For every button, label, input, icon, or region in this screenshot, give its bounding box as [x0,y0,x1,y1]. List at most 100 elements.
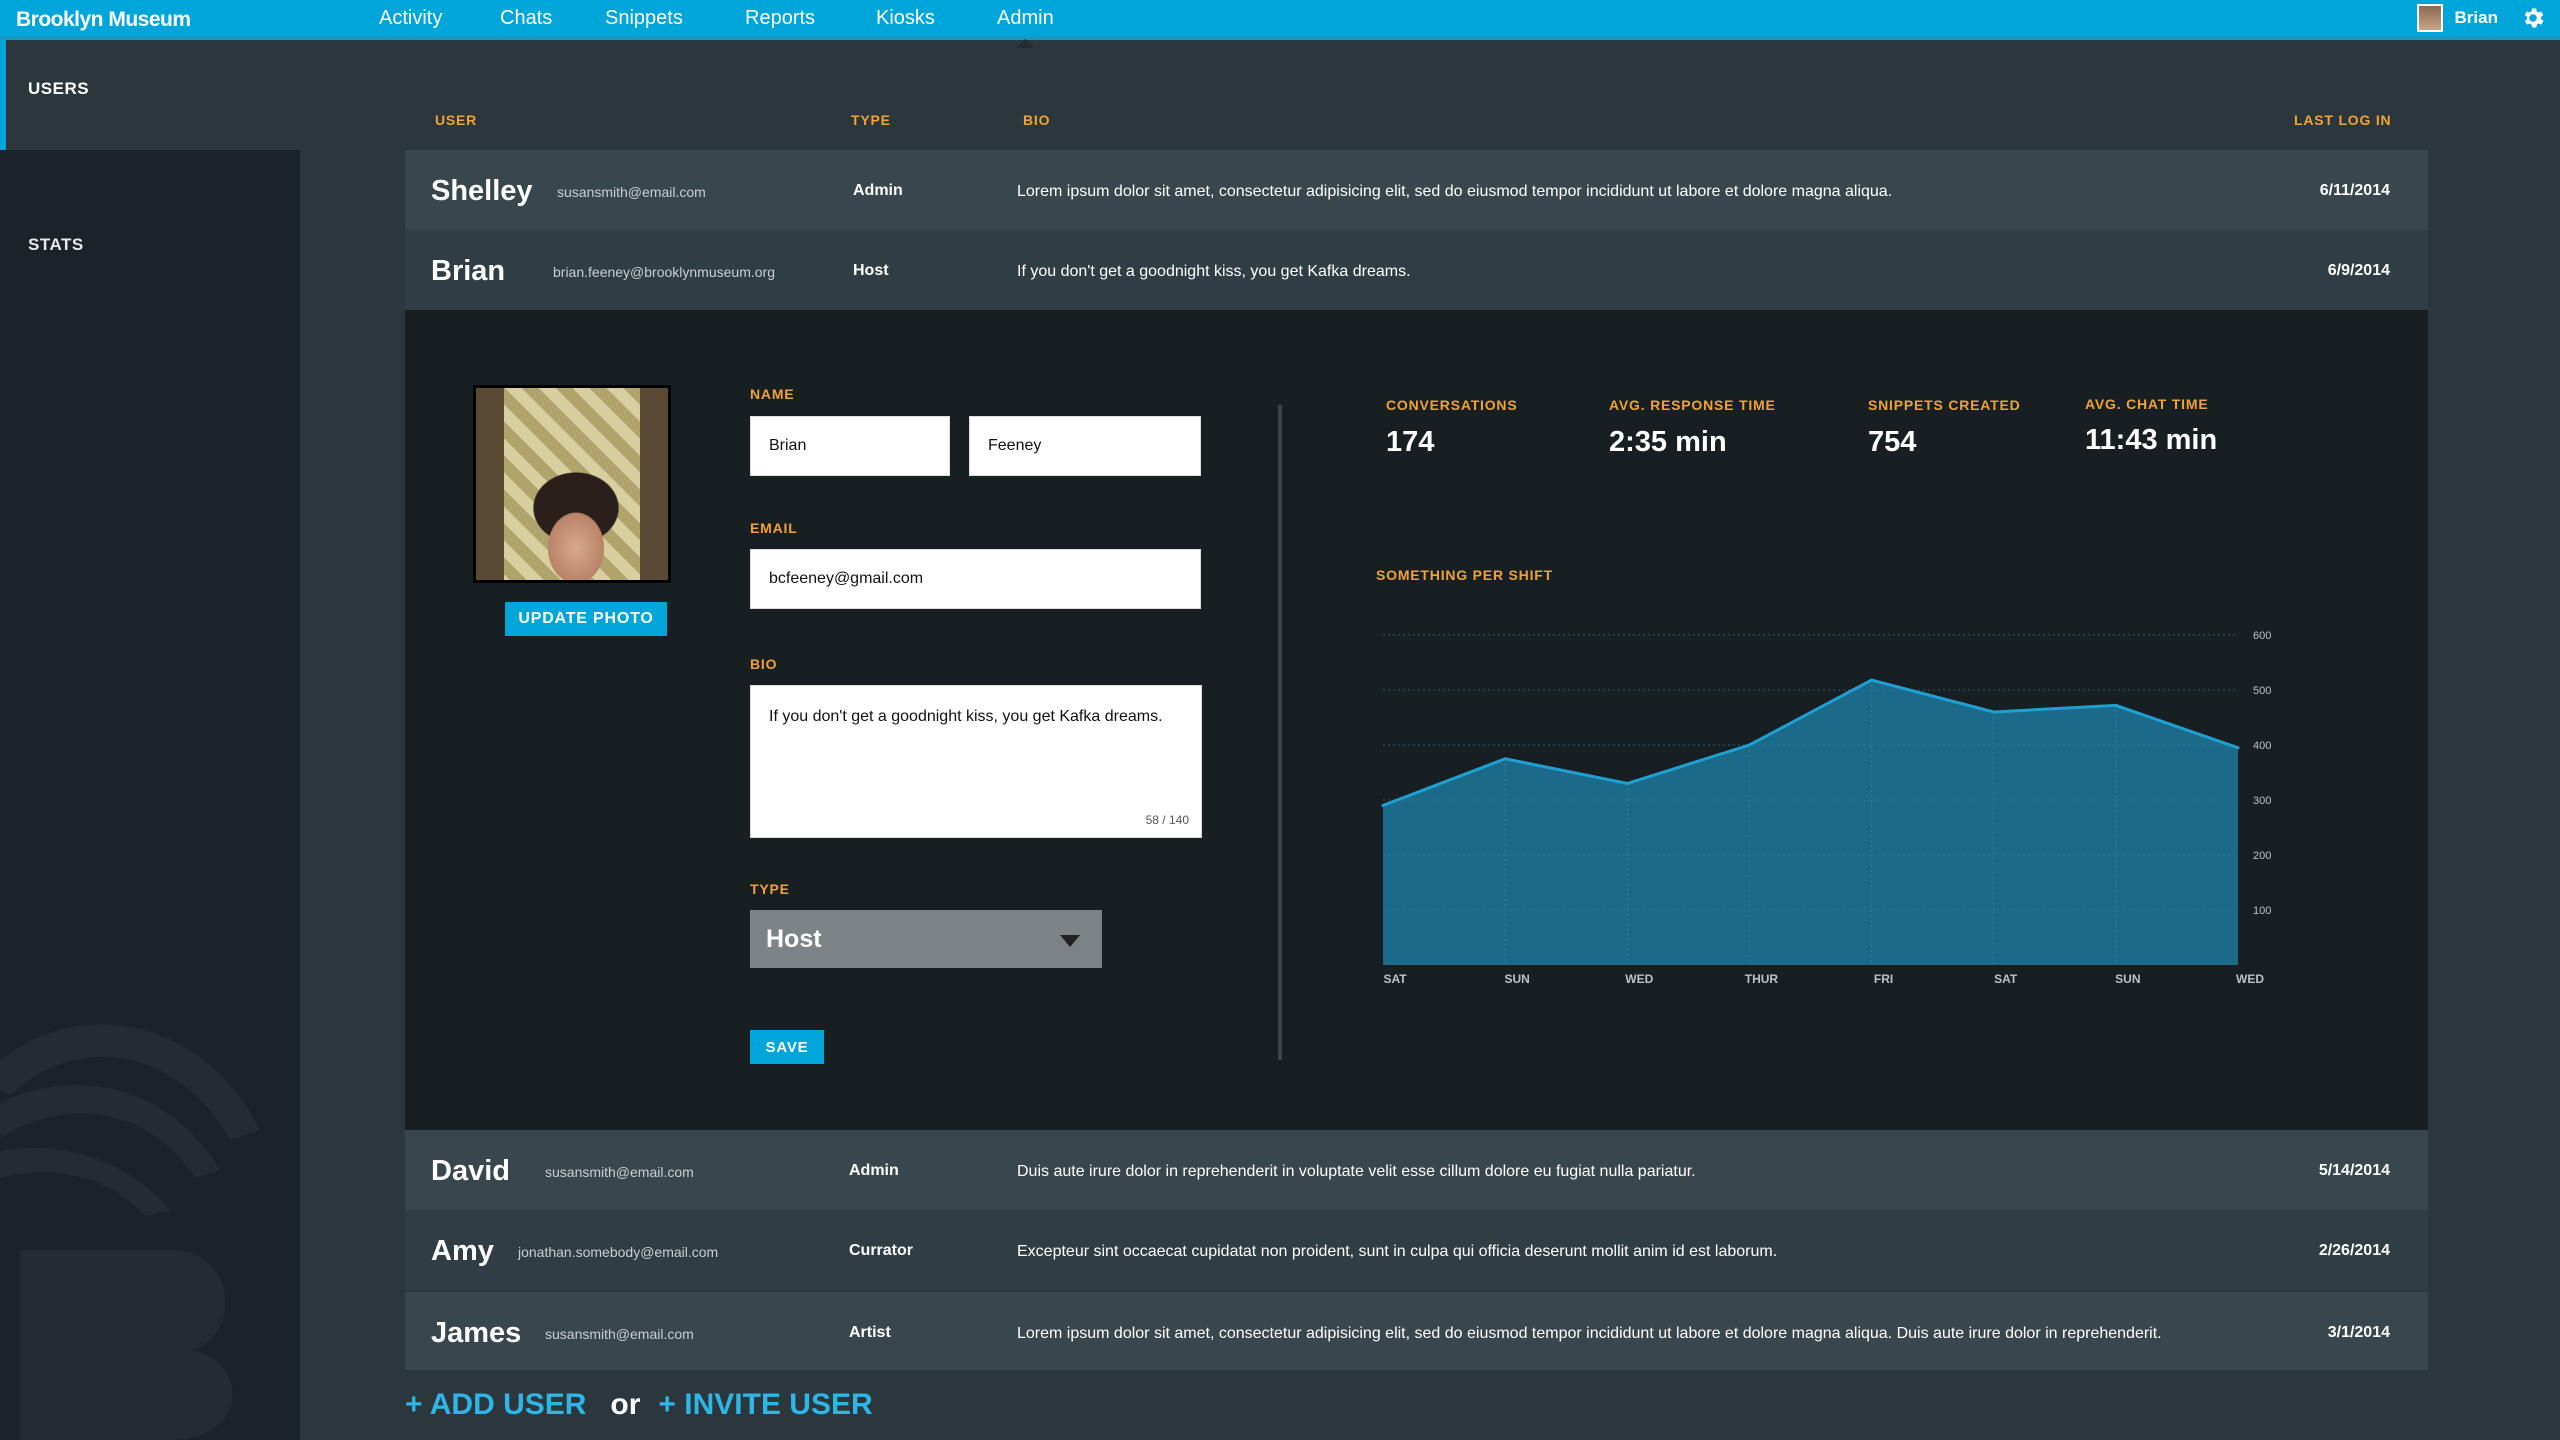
row-last-login: 5/14/2014 [2318,1162,2390,1179]
header-last-login[interactable]: LAST LOG IN [2294,112,2391,128]
chart-y-tick-label: 600 [2253,630,2271,642]
type-label: TYPE [750,881,790,897]
gear-icon[interactable] [2520,5,2546,31]
nav-snippets[interactable]: Snippets [605,0,683,36]
stat-value-avg-response: 2:35 min [1609,426,1727,458]
footer-actions: + ADD USER or + INVITE USER [405,1388,873,1428]
bio-char-counter: 58 / 140 [1145,813,1189,827]
row-user-type: Currator [849,1242,914,1259]
row-last-login: 6/11/2014 [2319,182,2390,199]
nav-admin-label: Admin [997,7,1054,29]
chart-data-point [1747,743,1751,747]
update-photo-button[interactable]: UPDATE PHOTO [505,602,667,636]
row-user-email: susansmith@email.com [545,1326,694,1342]
row-last-login: 2/26/2014 [2318,1242,2390,1259]
bio-text: If you don't get a goodnight kiss, you g… [769,708,1163,725]
table-row[interactable]: Amy jonathan.somebody@email.com Currator… [405,1210,2428,1290]
user-menu[interactable]: Brian [2416,0,2546,36]
museum-watermark-icon [0,1024,260,1440]
row-user-name: James [431,1317,522,1349]
nav-reports[interactable]: Reports [745,0,815,36]
bio-textarea[interactable]: If you don't get a goodnight kiss, you g… [750,685,1202,838]
chart-area-fill [1383,680,2238,965]
row-user-bio: If you don't get a goodnight kiss, you g… [1017,263,1411,280]
chart-y-tick-label: 400 [2253,740,2271,752]
last-name-field[interactable] [969,416,1201,476]
profile-photo [473,385,671,583]
header-type[interactable]: TYPE [851,112,891,128]
chart-x-tick-label: SAT [1383,972,1407,986]
save-button[interactable]: SAVE [750,1030,824,1064]
sidebar: USERS STATS [0,40,300,1440]
row-last-login: 3/1/2014 [2327,1324,2390,1341]
chart-y-tick-label: 500 [2253,685,2271,697]
sidebar-item-users[interactable]: USERS [0,40,300,150]
row-user-bio: Lorem ipsum dolor sit amet, consectetur … [1017,183,1893,200]
type-select-value: Host [766,925,822,953]
stat-label-snippets: SNIPPETS CREATED [1868,397,2021,413]
header-bio[interactable]: BIO [1023,112,1050,128]
chart-title: SOMETHING PER SHIFT [1376,567,1553,583]
or-text: or [610,1388,641,1421]
row-user-name: Amy [431,1235,494,1267]
first-name-field[interactable] [750,416,950,476]
row-user-name: Shelley [431,175,533,207]
chart-y-tick-label: 200 [2253,850,2271,862]
chart-x-tick-label: FRI [1874,972,1893,986]
stat-value-avg-chat: 11:43 min [2085,424,2218,456]
user-detail-panel: UPDATE PHOTO NAME EMAIL BIO If you don't… [405,310,2428,1130]
chart-x-tick-label: SUN [1504,972,1529,986]
type-select[interactable]: Host [750,910,1102,968]
chart-x-tick-label: SAT [1994,972,2018,986]
invite-user-link[interactable]: + INVITE USER [658,1388,872,1421]
shift-area-chart: SAT SUN WED THUR FRI SAT SUN WED 100 200 300 400 500… [1381,630,2271,986]
chart-x-tick-label: THUR [1745,972,1779,986]
chart-x-tick-label: WED [2236,972,2264,986]
panel-divider [1278,405,1282,1060]
table-row-selected[interactable]: Brian brian.feeney@brooklynmuseum.org Ho… [405,230,2428,310]
table-row[interactable]: David susansmith@email.com Admin Duis au… [405,1130,2428,1210]
table-row[interactable]: James susansmith@email.com Artist Lorem … [405,1292,2428,1370]
name-label: NAME [750,386,795,402]
chart-data-point [1381,804,1385,807]
row-user-type: Artist [849,1324,891,1341]
current-user-name: Brian [2454,8,2498,27]
row-user-bio: Excepteur sint occaecat cupidatat non pr… [1017,1243,1778,1260]
row-user-email: jonathan.somebody@email.com [518,1244,719,1260]
nav-kiosks[interactable]: Kiosks [876,0,935,36]
add-user-link[interactable]: + ADD USER [405,1388,586,1421]
chart-data-point [1625,782,1629,785]
chart-y-tick-label: 100 [2253,905,2271,917]
brand-logo[interactable]: Brooklyn Museum [16,0,191,36]
chart-x-tick-label: SUN [2115,972,2140,986]
stat-label-conversations: CONVERSATIONS [1386,397,1518,413]
row-user-bio: Lorem ipsum dolor sit amet, consectetur … [1017,1325,2162,1342]
table-row[interactable]: Shelley susansmith@email.com Admin Lorem… [405,150,2428,230]
chart-data-point [2114,703,2118,707]
row-user-name: Brian [431,255,506,287]
top-navbar: Brooklyn Museum Activity Chats Snippets … [0,0,2560,48]
chart-data-point [1992,710,1996,714]
chevron-down-icon [1060,935,1080,947]
row-user-type: Admin [849,1162,899,1179]
stat-value-snippets: 754 [1868,426,1917,458]
row-user-type: Host [853,262,889,279]
nav-admin[interactable]: Admin [997,0,1054,48]
chart-x-tick-label: WED [1625,972,1653,986]
sidebar-item-stats[interactable]: STATS [0,150,300,260]
nav-chats[interactable]: Chats [500,0,552,36]
active-caret-icon [1016,39,1035,48]
row-user-type: Admin [853,182,903,199]
chart-data-point [2236,746,2240,750]
email-field[interactable] [750,549,1201,609]
row-user-bio: Duis aute irure dolor in reprehenderit i… [1017,1163,1696,1180]
chart-data-point [1503,757,1507,761]
bio-label: BIO [750,656,778,672]
stat-value-conversations: 174 [1386,426,1435,458]
stat-label-avg-chat: AVG. CHAT TIME [2085,396,2209,412]
header-user[interactable]: USER [435,112,477,128]
row-user-email: susansmith@email.com [557,184,706,200]
nav-activity[interactable]: Activity [379,0,442,36]
row-user-email: brian.feeney@brooklynmuseum.org [553,264,775,280]
chart-y-tick-label: 300 [2253,795,2271,807]
